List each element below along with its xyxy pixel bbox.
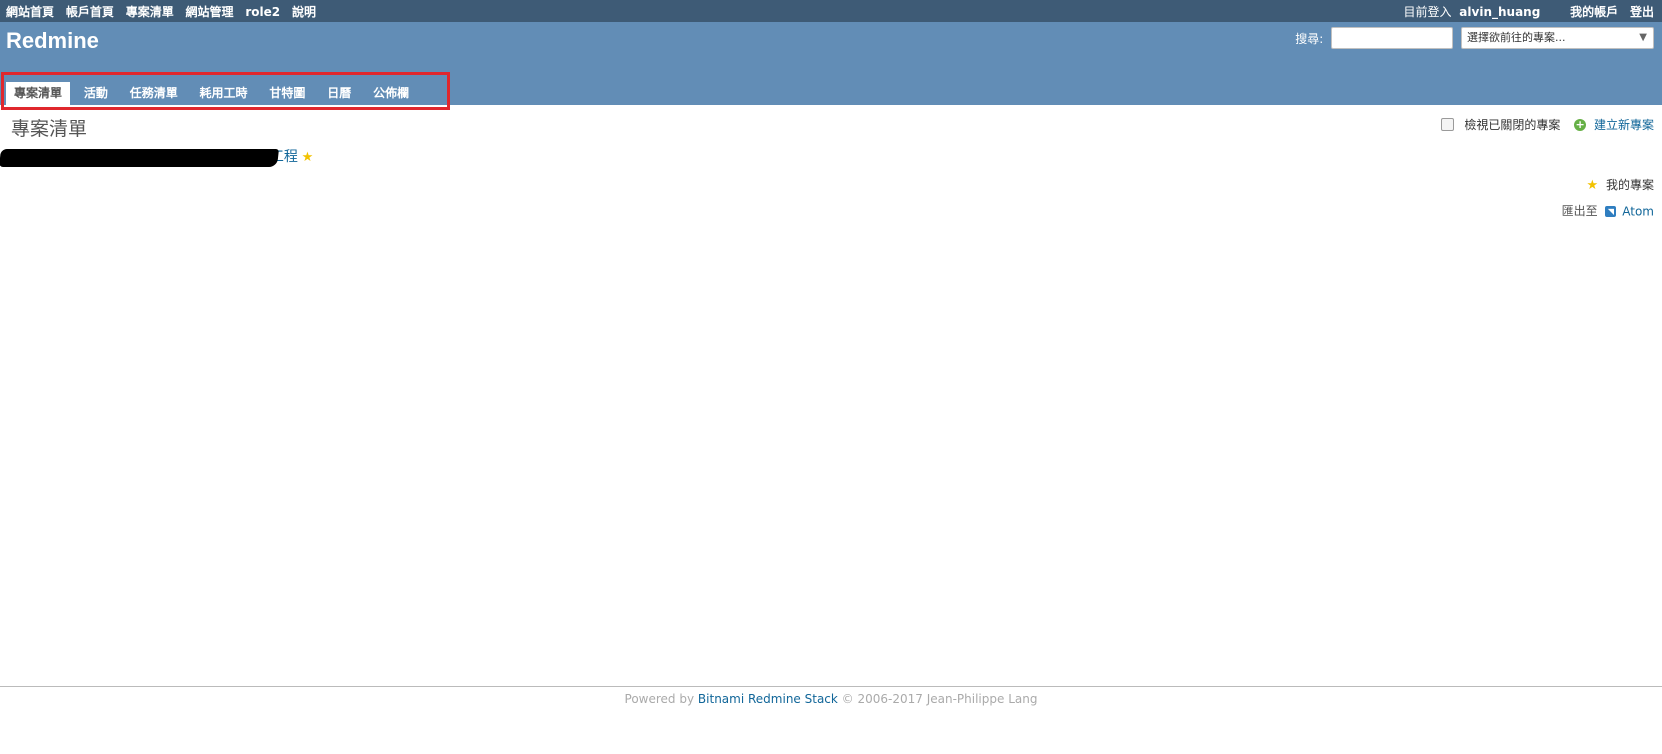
footer-prefix: Powered by (624, 692, 695, 706)
top-menu-home[interactable]: 網站首頁 (6, 5, 54, 19)
footer-link[interactable]: Bitnami Redmine Stack (698, 692, 838, 706)
search-input[interactable] (1331, 27, 1454, 49)
my-projects-legend: ★ 我的專案 (1587, 176, 1655, 193)
footer-copyright: © 2006-2017 Jean-Philippe Lang (841, 692, 1038, 706)
show-closed-label[interactable]: 檢視已關閉的專案 (1464, 118, 1560, 132)
atom-link[interactable]: Atom (1622, 205, 1654, 219)
project-jump-select[interactable]: 選擇欲前往的專案... ▼ (1461, 27, 1654, 49)
search-label: 搜尋: (1295, 31, 1324, 46)
top-menu-left: 網站首頁 帳戶首頁 專案清單 網站管理 role2 說明 (6, 3, 324, 20)
chevron-down-icon: ▼ (1639, 32, 1647, 43)
project-link[interactable]: 工程 (270, 149, 298, 165)
logout-link[interactable]: 登出 (1630, 5, 1654, 19)
export-links: 匯出至 ◥ Atom (1562, 202, 1654, 219)
top-menu-help[interactable]: 說明 (292, 5, 316, 19)
star-icon: ★ (301, 150, 314, 165)
top-menu-role2[interactable]: role2 (245, 5, 280, 19)
tab-news[interactable]: 公佈欄 (365, 82, 417, 105)
top-menu: 網站首頁 帳戶首頁 專案清單 網站管理 role2 說明 目前登入 alvin_… (0, 0, 1662, 22)
username[interactable]: alvin_huang (1459, 5, 1540, 19)
footer: Powered by Bitnami Redmine Stack © 2006-… (0, 686, 1662, 717)
tab-activity[interactable]: 活動 (76, 82, 116, 105)
logged-in-label: 目前登入 (1403, 5, 1452, 19)
app-title: Redmine (6, 28, 99, 53)
feed-icon: ◥ (1605, 206, 1617, 217)
page-title: 專案清單 (11, 118, 88, 140)
project-jump-placeholder: 選擇欲前往的專案... (1467, 31, 1566, 44)
tab-projects[interactable]: 專案清單 (6, 82, 71, 105)
quick-search: 搜尋: 選擇欲前往的專案... ▼ (1295, 27, 1654, 49)
top-menu-projects[interactable]: 專案清單 (126, 5, 174, 19)
star-icon: ★ (1586, 178, 1599, 193)
my-account-link[interactable]: 我的帳戶 (1570, 5, 1618, 19)
new-project-link[interactable]: 建立新專案 (1594, 118, 1654, 132)
project-list-item: 工程 ★ (4, 146, 313, 166)
top-menu-my-page[interactable]: 帳戶首頁 (66, 5, 114, 19)
top-menu-administration[interactable]: 網站管理 (186, 5, 234, 19)
my-projects-label: 我的專案 (1605, 178, 1654, 192)
contextual-actions: 檢視已關閉的專案 + 建立新專案 (1441, 116, 1654, 133)
add-icon: + (1574, 117, 1587, 131)
main-menu: 專案清單 活動 任務清單 耗用工時 甘特圖 日曆 公佈欄 (6, 82, 419, 105)
export-label: 匯出至 (1561, 204, 1598, 218)
tab-spent-time[interactable]: 耗用工時 (192, 82, 256, 105)
tab-gantt[interactable]: 甘特圖 (261, 82, 313, 105)
tab-calendar[interactable]: 日曆 (319, 82, 359, 105)
account-area: 目前登入 alvin_huang 我的帳戶 登出 (1403, 3, 1654, 20)
tab-issues[interactable]: 任務清單 (122, 82, 186, 105)
show-closed-checkbox[interactable] (1441, 118, 1455, 131)
